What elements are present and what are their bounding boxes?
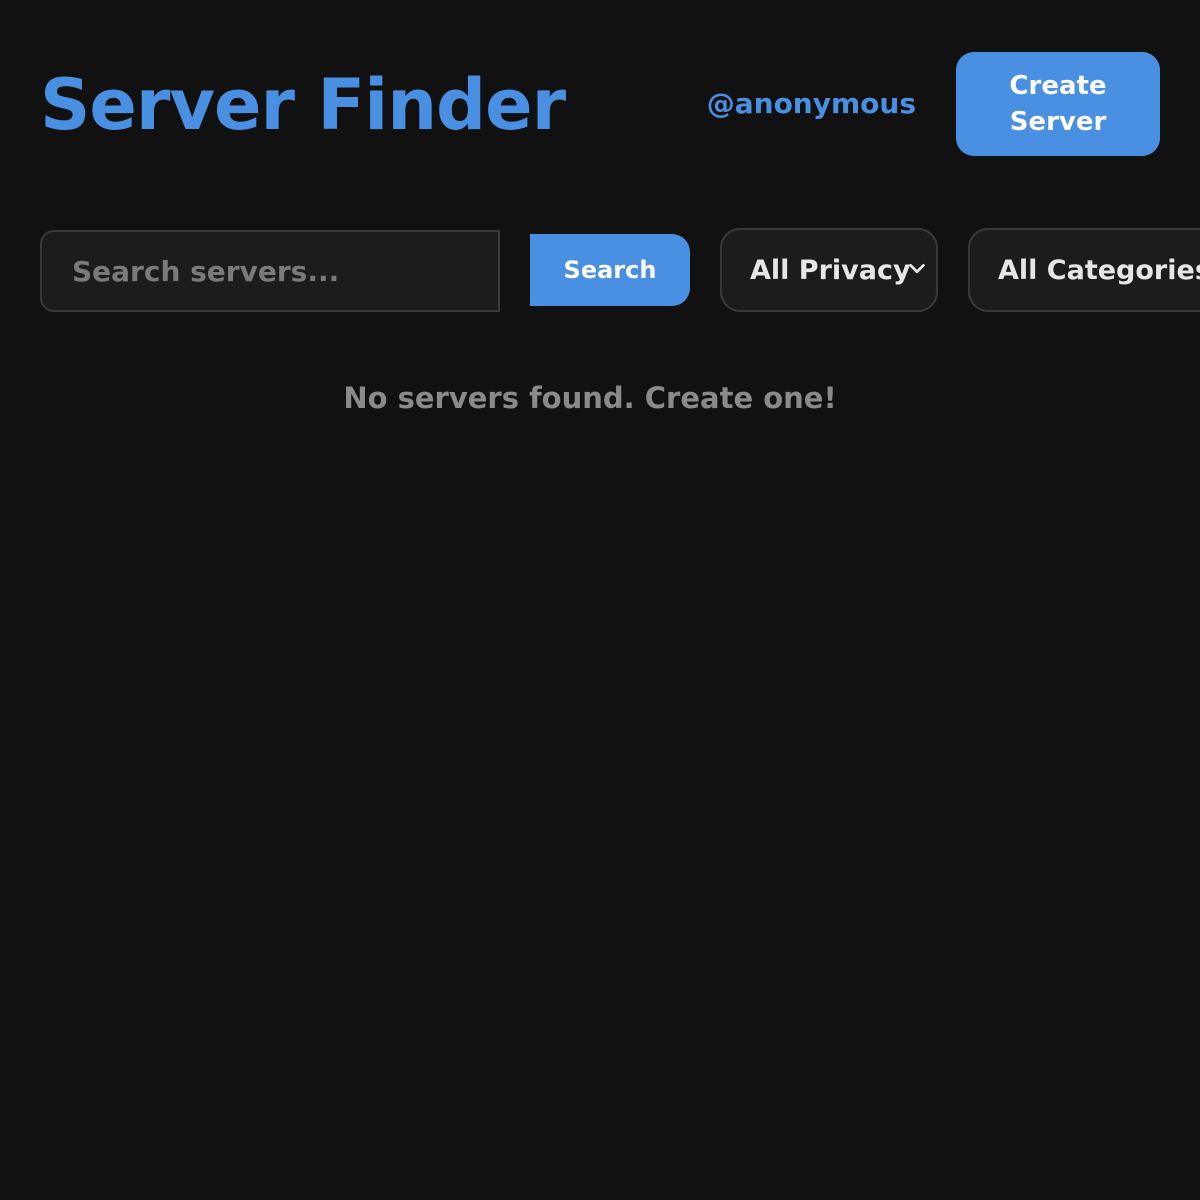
search-button[interactable]: Search xyxy=(530,234,690,306)
server-finder-page: Server Finder @anonymous Create Server S… xyxy=(0,0,1200,1200)
create-server-button[interactable]: Create Server xyxy=(956,52,1160,156)
privacy-filter-label: All Privacy xyxy=(750,254,911,286)
privacy-filter-select[interactable]: All Privacy xyxy=(720,228,938,312)
category-filter-label: All Categories xyxy=(998,254,1200,286)
empty-state-message: No servers found. Create one! xyxy=(343,381,837,415)
search-input[interactable] xyxy=(40,230,500,312)
category-filter-select[interactable]: All Categories xyxy=(968,228,1200,312)
chevron-down-icon xyxy=(909,263,925,274)
username-link[interactable]: @anonymous xyxy=(707,84,916,124)
page-title: Server Finder xyxy=(40,64,566,146)
